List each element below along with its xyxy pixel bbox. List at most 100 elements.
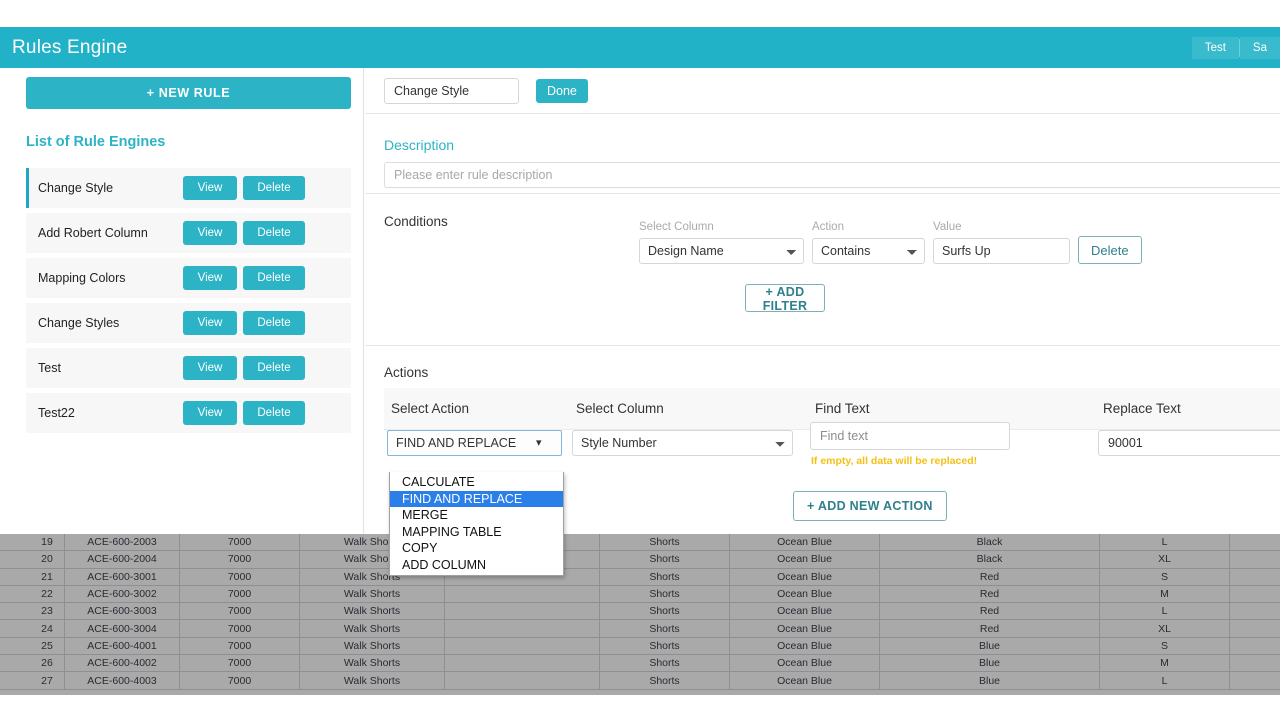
table-row[interactable]: 23 ACE-600-3003 7000 Walk Shorts Shorts Ocean… — [0, 603, 1280, 621]
list-item[interactable]: Test22 View Delete — [26, 393, 351, 433]
condition-column-select[interactable]: Design Name — [639, 238, 804, 264]
list-item[interactable]: Add Robert Column View Delete — [26, 213, 351, 253]
table-cell: ACE-600-4003 — [65, 672, 180, 689]
table-cell: Ocean Blue — [730, 620, 880, 637]
find-text-input[interactable] — [810, 422, 1010, 450]
list-item[interactable]: Mapping Colors View Delete — [26, 258, 351, 298]
new-rule-button[interactable]: + NEW RULE — [26, 77, 351, 109]
list-item[interactable]: Test View Delete — [26, 348, 351, 388]
table-cell: Walk Shorts — [300, 637, 445, 655]
list-item[interactable]: Change Style View Delete — [26, 168, 351, 208]
table-row[interactable]: 24 ACE-600-3004 7000 Walk Shorts Shorts Ocean… — [0, 620, 1280, 638]
view-button[interactable]: View — [183, 221, 237, 245]
table-cell: S — [1100, 637, 1230, 655]
table-cell: Black — [880, 551, 1100, 568]
table-cell — [0, 551, 30, 567]
table-cell: Shorts — [600, 603, 730, 620]
table-cell: 21 — [30, 568, 65, 585]
dropdown-option[interactable]: ADD COLUMN — [390, 557, 563, 574]
table-cell — [1230, 655, 1280, 671]
table-row[interactable]: 22 ACE-600-3002 7000 Walk Shorts Shorts Ocean… — [0, 585, 1280, 604]
table-cell — [0, 620, 30, 636]
table-cell — [445, 672, 600, 689]
table-cell: Ocean Blue — [730, 603, 880, 620]
delete-button[interactable]: Delete — [243, 356, 305, 380]
table-cell: 7000 — [180, 603, 300, 620]
done-button[interactable]: Done — [536, 78, 588, 103]
table-cell: ACE-600-3004 — [65, 620, 180, 637]
action-column-select[interactable]: Style Number — [572, 430, 793, 456]
view-button[interactable]: View — [183, 356, 237, 380]
table-cell: Blue — [880, 655, 1100, 672]
find-text-note: If empty, all data will be replaced! — [811, 455, 978, 467]
table-bottom-mask — [0, 695, 1280, 720]
list-item[interactable]: Change Styles View Delete — [26, 303, 351, 343]
table-row[interactable]: 25 ACE-600-4001 7000 Walk Shorts Shorts Ocean… — [0, 637, 1280, 656]
rule-name-label: Change Styles — [38, 316, 120, 330]
table-row[interactable]: 27 ACE-600-4003 7000 Walk Shorts Shorts Ocean… — [0, 672, 1280, 690]
test-button[interactable]: Test — [1191, 36, 1239, 59]
table-cell: Shorts — [600, 585, 730, 603]
view-button[interactable]: View — [183, 266, 237, 290]
table-cell: 7000 — [180, 568, 300, 585]
table-cell: ACE-600-2004 — [65, 551, 180, 568]
condition-delete-button[interactable]: Delete — [1078, 236, 1142, 264]
delete-button[interactable]: Delete — [243, 311, 305, 335]
table-row[interactable]: 19 ACE-600-2003 7000 Walk Shorts Shorts Ocean… — [0, 534, 1280, 552]
column-header-find-text: Find Text — [815, 401, 870, 416]
table-cell — [1230, 534, 1280, 550]
action-label: Action — [812, 221, 844, 233]
table-cell — [445, 603, 600, 620]
table-cell: 7000 — [180, 620, 300, 637]
replace-text-input[interactable] — [1098, 430, 1280, 456]
conditions-section: Conditions Select Column Design Name Act… — [365, 195, 1280, 346]
view-button[interactable]: View — [183, 176, 237, 200]
table-cell: Walk Shorts — [300, 585, 445, 603]
delete-button[interactable]: Delete — [243, 266, 305, 290]
table-cell: ACE-600-3002 — [65, 585, 180, 603]
table-cell — [1230, 603, 1280, 619]
rule-editor: Done Description Conditions Select Colum… — [365, 68, 1280, 540]
dropdown-option[interactable]: FIND AND REPLACE — [390, 490, 563, 508]
add-new-action-button[interactable]: + ADD NEW ACTION — [793, 491, 947, 521]
table-cell: 19 — [30, 534, 65, 551]
condition-action-select[interactable]: Contains — [812, 238, 925, 264]
select-column-label: Select Column — [639, 221, 714, 233]
table-cell: Shorts — [600, 551, 730, 568]
view-button[interactable]: View — [183, 311, 237, 335]
rule-name-label: Test — [38, 361, 61, 375]
top-white-strip — [0, 0, 1280, 27]
table-cell: Ocean Blue — [730, 655, 880, 672]
table-cell — [445, 655, 600, 672]
table-cell — [0, 603, 30, 619]
view-button[interactable]: View — [183, 401, 237, 425]
table-cell: Walk Shorts — [300, 672, 445, 689]
condition-value-input[interactable] — [933, 238, 1070, 264]
delete-button[interactable]: Delete — [243, 401, 305, 425]
delete-button[interactable]: Delete — [243, 221, 305, 245]
table-row[interactable]: 21 ACE-600-3001 7000 Walk Shorts Shorts Ocean… — [0, 568, 1280, 586]
dropdown-option[interactable]: MAPPING TABLE — [390, 524, 563, 541]
table-cell — [445, 620, 600, 637]
action-type-dropdown-options[interactable]: CALCULATE FIND AND REPLACE MERGE MAPPING… — [389, 472, 564, 576]
table-cell — [0, 655, 30, 671]
table-cell — [1230, 551, 1280, 567]
rule-name-input[interactable] — [384, 77, 519, 104]
save-button[interactable]: Sa — [1239, 36, 1280, 59]
table-cell — [1230, 569, 1280, 585]
table-cell: XL — [1100, 620, 1230, 637]
table-cell: L — [1100, 672, 1230, 689]
delete-button[interactable]: Delete — [243, 176, 305, 200]
add-filter-button[interactable]: + ADD FILTER — [745, 284, 825, 313]
table-row[interactable]: 26 ACE-600-4002 7000 Walk Shorts Shorts Ocean… — [0, 655, 1280, 673]
dropdown-option[interactable]: MERGE — [390, 507, 563, 524]
action-type-select[interactable]: FIND AND REPLACE — [387, 430, 562, 456]
table-cell — [1230, 620, 1280, 636]
dropdown-option[interactable]: COPY — [390, 540, 563, 557]
dropdown-option[interactable]: CALCULATE — [390, 474, 563, 491]
description-input[interactable] — [384, 162, 1280, 188]
table-cell: 25 — [30, 637, 65, 655]
table-row[interactable]: 20 ACE-600-2004 7000 Walk Shorts Shorts Ocean… — [0, 551, 1280, 569]
rule-name-label: Test22 — [38, 406, 75, 420]
condition-action-field: Action Contains — [812, 221, 925, 264]
